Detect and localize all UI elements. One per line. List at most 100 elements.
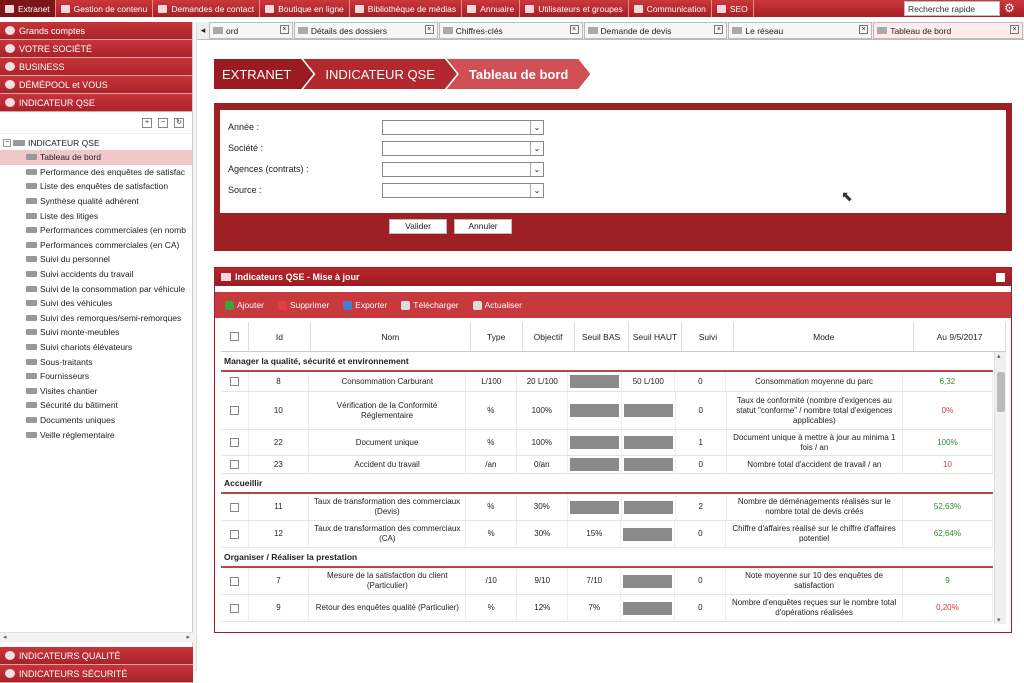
column-header-mode[interactable]: Mode bbox=[734, 322, 915, 351]
annee-select[interactable]: ⌄ bbox=[382, 120, 544, 135]
tree-item-performance-des-enquetes-de-satisfac[interactable]: Performance des enquêtes de satisfac bbox=[0, 165, 192, 180]
row-checkbox[interactable] bbox=[229, 377, 239, 386]
sidebar-section-demepool-et-vous[interactable]: DÉMÉPOOL et VOUS bbox=[0, 76, 192, 94]
top-menu-gestion-de-contenu[interactable]: Gestion de contenu bbox=[56, 0, 154, 17]
table-row[interactable]: 8 Consommation Carburant L/100 20 L/100 50 L… bbox=[221, 372, 993, 392]
row-checkbox[interactable] bbox=[229, 460, 239, 469]
row-checkbox[interactable] bbox=[229, 406, 239, 415]
table-vertical-scrollbar[interactable]: ▴ ▾ bbox=[994, 352, 1006, 624]
tree-item-suivi-des-vehicules[interactable]: Suivi des véhicules bbox=[0, 296, 192, 311]
sidebar-section-grands-comptes[interactable]: Grands comptes bbox=[0, 22, 192, 40]
chevron-down-icon[interactable]: ⌄ bbox=[530, 142, 543, 155]
tree-horizontal-scrollbar[interactable]: ◂ ▸ bbox=[0, 632, 193, 642]
ajouter-button[interactable]: Ajouter bbox=[225, 300, 264, 310]
tab-ord[interactable]: ord × bbox=[208, 22, 293, 39]
column-header-type[interactable]: Type bbox=[471, 322, 523, 351]
row-checkbox[interactable] bbox=[229, 603, 239, 613]
tab-details-des-dossiers[interactable]: Détails des dossiers × bbox=[293, 22, 438, 39]
tab-demande-de-devis[interactable]: Demande de devis × bbox=[583, 22, 728, 39]
breadcrumb-indicateur-qse[interactable]: INDICATEUR QSE bbox=[303, 59, 457, 89]
tab-scroll-left-icon[interactable]: ◂ bbox=[197, 22, 209, 39]
table-row[interactable]: 7 Mesure de la satisfaction du client (Pa… bbox=[221, 568, 993, 595]
tree-item-synthese-qualite-adherent[interactable]: Synthèse qualité adhérent bbox=[0, 194, 192, 209]
table-row[interactable]: 11 Taux de transformation des commerciaux… bbox=[221, 494, 993, 521]
tree-item-liste-des-litiges[interactable]: Liste des litiges bbox=[0, 208, 192, 223]
tree-item-securite-du-batiment[interactable]: Sécurité du bâtiment bbox=[0, 398, 192, 413]
refresh-tree-icon[interactable]: ↻ bbox=[174, 117, 184, 128]
tree-item-fournisseurs[interactable]: Fournisseurs bbox=[0, 369, 192, 384]
close-tab-icon[interactable]: × bbox=[1010, 25, 1020, 34]
exporter-button[interactable]: Exporter bbox=[343, 300, 387, 310]
row-checkbox[interactable] bbox=[229, 529, 239, 539]
tree-item-suivi-du-personnel[interactable]: Suivi du personnel bbox=[0, 252, 192, 267]
top-menu-seo[interactable]: SEO bbox=[712, 0, 754, 17]
sidebar-splitter[interactable] bbox=[193, 22, 197, 671]
close-tab-icon[interactable]: × bbox=[279, 25, 289, 34]
tree-item-suivi-accidents-du-travail[interactable]: Suivi accidents du travail bbox=[0, 267, 192, 282]
chevron-down-icon[interactable]: ⌄ bbox=[530, 184, 543, 197]
top-menu-boutique-en-ligne[interactable]: Boutique en ligne bbox=[260, 0, 350, 17]
tree-item-suivi-de-la-consommation-par-vehicule[interactable]: Suivi de la consommation par véhicule bbox=[0, 281, 192, 296]
close-tab-icon[interactable]: × bbox=[859, 25, 869, 34]
actualiser-button[interactable]: Actualiser bbox=[472, 300, 522, 310]
sidebar-section-indicateur-qse[interactable]: INDICATEUR QSE bbox=[0, 94, 192, 112]
scrollbar-thumb[interactable] bbox=[997, 372, 1005, 412]
collapse-all-icon[interactable]: − bbox=[158, 117, 168, 128]
select-all-checkbox[interactable] bbox=[229, 332, 239, 341]
top-menu-utilisateurs-et-groupes[interactable]: Utilisateurs et groupes bbox=[520, 0, 629, 17]
cancel-button[interactable]: Annuler bbox=[454, 219, 512, 234]
tree-item-visites-chantier[interactable]: Visites chantier bbox=[0, 384, 192, 399]
source-select[interactable]: ⌄ bbox=[382, 183, 544, 198]
column-header-au-9-5-2017[interactable]: Au 9/5/2017 bbox=[914, 322, 1007, 351]
top-menu-extranet[interactable]: Extranet bbox=[0, 0, 56, 17]
table-row[interactable]: 22 Document unique% 100% 1 Document unique à… bbox=[221, 430, 993, 456]
column-header-seuil-haut[interactable]: Seuil HAUT bbox=[629, 322, 683, 351]
chevron-down-icon[interactable]: ⌄ bbox=[530, 163, 543, 176]
expand-all-icon[interactable]: + bbox=[142, 117, 152, 128]
close-tab-icon[interactable]: × bbox=[569, 25, 579, 34]
table-row[interactable]: 23 Accident du travail/an 0/an 0 Nombre tota… bbox=[221, 456, 993, 474]
tab-le-reseau[interactable]: Le réseau × bbox=[728, 22, 873, 39]
tree-item-documents-uniques[interactable]: Documents uniques bbox=[0, 413, 192, 428]
tab-chiffres-cles[interactable]: Chiffres-clés × bbox=[438, 22, 583, 39]
tree-item-performances-commerciales-en-ca[interactable]: Performances commerciales (en CA) bbox=[0, 238, 192, 253]
row-checkbox[interactable] bbox=[229, 502, 239, 512]
sidebar-section-business[interactable]: BUSINESS bbox=[0, 58, 192, 76]
column-header-id[interactable]: Id bbox=[249, 322, 311, 351]
top-menu-annuaire[interactable]: Annuaire bbox=[462, 0, 521, 17]
close-tab-icon[interactable]: × bbox=[714, 25, 724, 34]
table-row[interactable]: 12 Taux de transformation des commerciaux… bbox=[221, 521, 993, 548]
close-tab-icon[interactable]: × bbox=[424, 25, 434, 34]
sidebar-section-indicateurs-qualite[interactable]: INDICATEURS QUALITÉ bbox=[0, 647, 193, 665]
column-header-objectif[interactable]: Objectif bbox=[523, 322, 575, 351]
table-row[interactable]: 10 Vérification de la Conformité Réglemen… bbox=[221, 392, 993, 430]
tree-root[interactable]: − INDICATEUR QSE bbox=[0, 136, 192, 150]
tab-tableau-de-bord[interactable]: Tableau de bord × bbox=[873, 22, 1024, 39]
sidebar-section-votre-societe[interactable]: VOTRE SOCIÉTÉ bbox=[0, 40, 192, 58]
sidebar-section-indicateurs-securite[interactable]: INDICATEURS SÉCURITÉ bbox=[0, 665, 193, 683]
row-checkbox[interactable] bbox=[229, 438, 239, 447]
tree-item-sous-traitants[interactable]: Sous-traitants bbox=[0, 354, 192, 369]
table-row[interactable]: 9 Retour des enquêtes qualité (Particulie… bbox=[221, 595, 993, 622]
gear-icon[interactable]: ⚙ bbox=[1004, 1, 1015, 15]
row-checkbox[interactable] bbox=[229, 576, 239, 586]
collapse-node-icon[interactable]: − bbox=[3, 139, 11, 147]
tree-item-liste-des-enquetes-de-satisfaction[interactable]: Liste des enquêtes de satisfaction bbox=[0, 179, 192, 194]
column-header-suivi[interactable]: Suivi bbox=[682, 322, 735, 351]
tree-item-tableau-de-bord[interactable]: Tableau de bord bbox=[0, 150, 192, 165]
column-header-seuil-bas[interactable]: Seuil BAS bbox=[575, 322, 629, 351]
chevron-down-icon[interactable]: ⌄ bbox=[530, 121, 543, 134]
breadcrumb-extranet[interactable]: EXTRANET bbox=[214, 59, 313, 89]
top-menu-demandes-de-contact[interactable]: Demandes de contact bbox=[153, 0, 261, 17]
tree-item-suivi-monte-meubles[interactable]: Suivi monte-meubles bbox=[0, 325, 192, 340]
tree-item-suivi-chariots-elevateurs[interactable]: Suivi chariots élévateurs bbox=[0, 340, 192, 355]
tree-item-suivi-des-remorques-semi-remorques[interactable]: Suivi des remorques/semi-remorques bbox=[0, 311, 192, 326]
tree-item-performances-commerciales-en-nomb[interactable]: Performances commerciales (en nomb bbox=[0, 223, 192, 238]
minimize-panel-icon[interactable] bbox=[996, 273, 1005, 282]
tree-item-veille-reglementaire[interactable]: Veille réglementaire bbox=[0, 427, 192, 442]
top-menu-bibliotheque-de-medias[interactable]: Bibliothèque de médias bbox=[350, 0, 463, 17]
agences-select[interactable]: ⌄ bbox=[382, 162, 544, 177]
telecharger-button[interactable]: Télécharger bbox=[401, 300, 459, 310]
supprimer-button[interactable]: Supprimer bbox=[277, 300, 329, 310]
quick-search-input[interactable] bbox=[904, 1, 1000, 16]
